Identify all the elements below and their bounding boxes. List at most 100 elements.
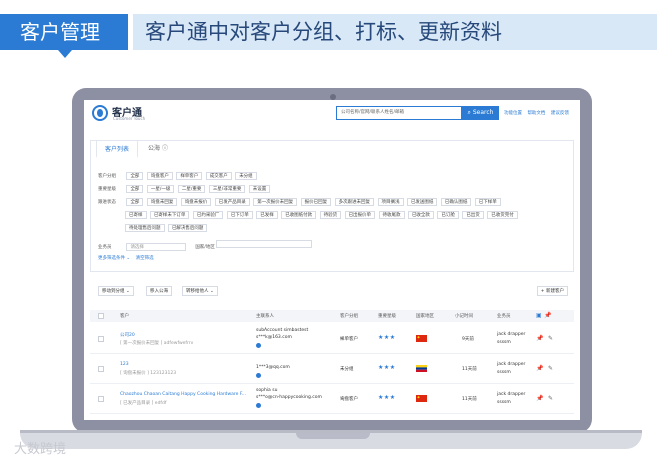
pin-icon[interactable]: 📌 [544, 312, 551, 319]
filter-chip[interactable]: 成交客户 [205, 172, 232, 180]
star-rating[interactable]: ★★★ [378, 394, 396, 401]
filter-chip[interactable]: 待处理售后问题 [125, 224, 165, 232]
row-checkbox[interactable] [98, 336, 104, 342]
filter-chip[interactable]: 已发样 [256, 211, 278, 219]
owner-sub: ssssm [497, 400, 511, 405]
filter-chip[interactable]: 已下样单 [474, 198, 501, 206]
filter-chip[interactable]: 已发产品目录 [214, 198, 250, 206]
company-name[interactable]: Chaozhou Chaoan Caitang Happy Cooking Ha… [120, 392, 246, 397]
filter-chip[interactable]: 项目搁浅 [377, 198, 404, 206]
filter-chip[interactable]: 第一次报价未回复 [253, 198, 298, 206]
pin-icon[interactable]: 📌 [536, 365, 543, 372]
company-status: [ 询盘未报价 ] 123123123 [120, 371, 177, 376]
filter-chip[interactable]: 已出货 [462, 211, 484, 219]
filter-chip[interactable]: 询盘未回复 [146, 198, 178, 206]
filter-chip[interactable]: 已收货完付 [487, 211, 518, 219]
filter-row-group: 客户分组 全部 询盘客户 样单客户 成交客户 未分组 [98, 172, 259, 180]
flag-icon [416, 365, 427, 374]
group-select[interactable]: 样单客户 ⌄ [340, 336, 358, 342]
edit-icon[interactable]: ✎ [548, 365, 553, 372]
filter-chip[interactable]: 询盘客户 [146, 172, 173, 180]
filter-chip[interactable]: 已寄样 [125, 211, 147, 219]
tab-public-sea[interactable]: 公海 ⓘ [140, 140, 176, 158]
filter-chip[interactable]: 已发送图纸 [406, 198, 438, 206]
owner-sub: ssssm [497, 340, 511, 345]
note-time: 11天前 [462, 367, 477, 372]
owner-name: jack drapper [497, 362, 526, 367]
pin-icon[interactable]: 📌 [536, 395, 543, 402]
search-button[interactable]: ⌕ Search [462, 106, 499, 120]
owner-name: jack drapper [497, 332, 526, 337]
filter-chip[interactable]: 待收尾款 [378, 211, 405, 219]
top-link-feedback[interactable]: 建议反馈 [551, 111, 569, 116]
filter-chip[interactable]: 样单客户 [176, 172, 203, 180]
filter-chip[interactable]: 已订舱 [437, 211, 459, 219]
filter-chip[interactable]: 三星/非常重要 [208, 185, 246, 193]
filter-chip[interactable]: 已寄样未下订单 [149, 211, 190, 219]
table-row[interactable]: Chaozhou Chaoan Caitang Happy Cooking Ha… [90, 384, 574, 414]
edit-icon[interactable]: ✎ [548, 395, 553, 402]
filter-chip[interactable]: 已出报价单 [344, 211, 376, 219]
top-link-features[interactable]: 功能位置 [504, 111, 522, 116]
owner-select[interactable]: 请选择 [126, 243, 187, 251]
country-label: 国家/地区 [195, 245, 215, 250]
chevron-down-icon: ⌄ [125, 289, 130, 294]
search-input[interactable]: 公司名称/官网/联系人姓名/邮箱 [336, 106, 462, 120]
table-row[interactable]: 123 [ 询盘未报价 ] 123123123 1***3@qq.com 未分组… [90, 354, 574, 384]
clear-filters-link[interactable]: 清空筛选 [136, 256, 154, 261]
filter-chip[interactable]: 全部 [126, 172, 144, 180]
contact-name: sophia su [256, 388, 278, 393]
banner-title: 客户通中对客户分组、打标、更新资料 [133, 14, 657, 50]
column-settings-icon[interactable]: ▣ [536, 312, 542, 319]
filter-row-links: 更多筛选条件 ⌄ 清空筛选 [98, 255, 154, 261]
star-rating[interactable]: ★★★ [378, 334, 396, 341]
note-time: 9天前 [462, 337, 474, 342]
filter-chip[interactable]: 询盘未报价 [180, 198, 212, 206]
star-rating[interactable]: ★★★ [378, 364, 396, 371]
transfer-button[interactable]: 转移给他人 ⌄ [182, 286, 218, 296]
contact-email: s***k@163.com [256, 335, 292, 340]
company-name[interactable]: 123 [120, 362, 129, 367]
filter-chip[interactable]: 已收全款 [407, 211, 434, 219]
country-select[interactable] [216, 240, 313, 248]
banner-tag: 客户管理 [0, 14, 128, 58]
new-customer-button[interactable]: + 新建客户 [536, 286, 568, 296]
filter-chip[interactable]: 一星/一级 [146, 185, 175, 193]
filter-chip[interactable]: 报价已回复 [300, 198, 332, 206]
filter-chip[interactable]: 已下订单 [226, 211, 253, 219]
filter-row-status-3: 待处理售后问题 已解决售后问题 [125, 224, 209, 232]
group-select[interactable]: 询盘客户 ⌄ [340, 396, 358, 402]
chevron-down-icon: ⌄ [125, 256, 132, 261]
filter-chip[interactable]: 待验货 [319, 211, 342, 219]
row-checkbox[interactable] [98, 366, 104, 372]
move-to-sea-button[interactable]: 移入公海 [146, 286, 172, 296]
filter-chip[interactable]: 多次跟进未回复 [334, 198, 375, 206]
edit-icon[interactable]: ✎ [548, 335, 553, 342]
filter-chip[interactable]: 已解决售后问题 [167, 224, 208, 232]
more-filters-link[interactable]: 更多筛选条件 [98, 256, 125, 261]
move-group-button[interactable]: 移动到分组 ⌄ [98, 286, 134, 296]
filter-chip[interactable]: 全部 [126, 198, 144, 206]
filter-chip[interactable]: 未分组 [235, 172, 257, 180]
filter-chip[interactable]: 全部 [126, 185, 144, 193]
owner-name: jack drapper [497, 392, 526, 397]
top-link-help[interactable]: 帮助文档 [527, 111, 545, 116]
chevron-down-icon: ⌄ [209, 289, 214, 294]
select-all-checkbox[interactable] [98, 313, 104, 319]
row-checkbox[interactable] [98, 396, 104, 402]
filter-row-status-2: 已寄样 已寄样未下订单 已约采验厂 已下订单 已发样 已收图纸付款 待验货 已出… [125, 211, 520, 219]
company-name[interactable]: 公司20 [120, 332, 135, 338]
table-row[interactable]: 公司20 [ 第一次报价未回复 ] adfewfwefrrv subAccoun… [90, 324, 574, 354]
owner-sub: ssssm [497, 370, 511, 375]
col-contact: 主联系人 [256, 314, 274, 319]
laptop-notch [296, 433, 370, 439]
pin-icon[interactable]: 📌 [536, 335, 543, 342]
filter-chip[interactable]: 已收图纸付款 [281, 211, 317, 219]
tab-customer-list[interactable]: 客户列表 [96, 140, 139, 158]
filter-chip[interactable]: 二星/重要 [177, 185, 206, 193]
filter-chip[interactable]: 未设置 [248, 185, 271, 193]
filter-chip[interactable]: 已约采验厂 [192, 211, 224, 219]
group-select[interactable]: 未分组 ⌄ [340, 366, 354, 372]
contact-email: s***o@cn-happycooking.com [256, 395, 322, 400]
filter-chip[interactable]: 已确认图纸 [440, 198, 472, 206]
